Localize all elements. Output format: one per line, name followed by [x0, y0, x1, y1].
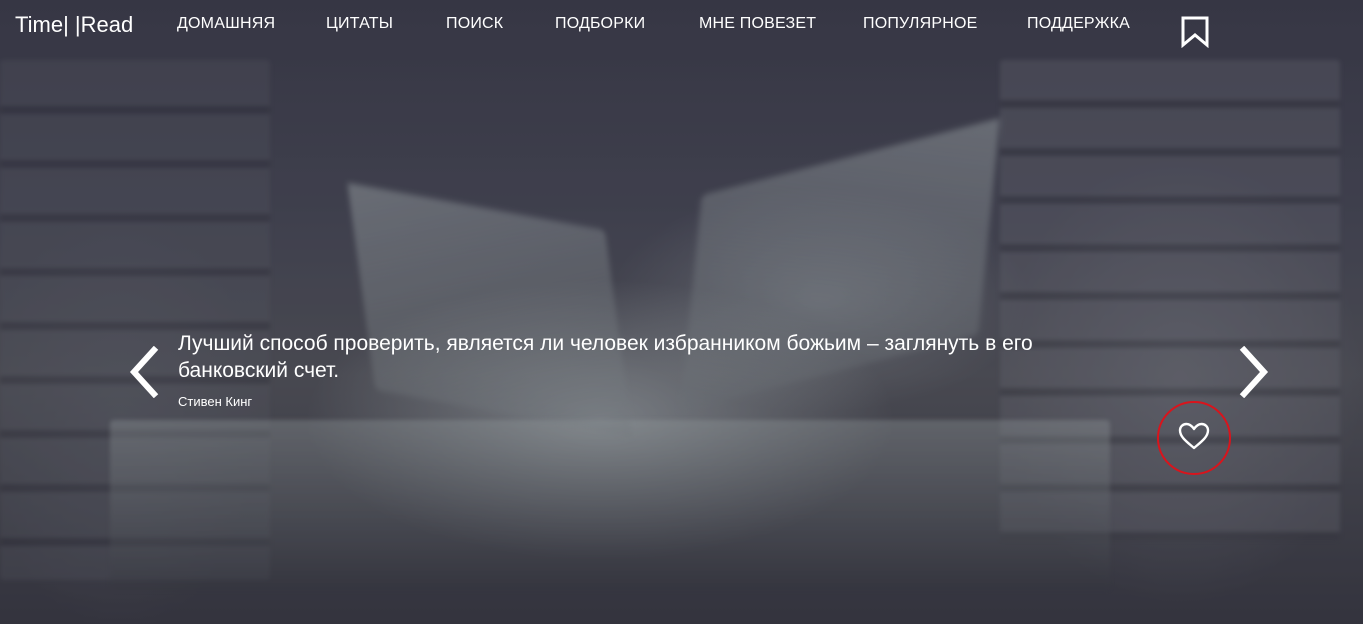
hero-background: Time| |Read ДОМАШНЯЯ ЦИТАТЫ ПОИСК ПОДБОР…: [0, 0, 1363, 624]
quote-text: Лучший способ проверить, является ли чел…: [178, 332, 1033, 382]
nav-item-support[interactable]: ПОДДЕРЖКА: [1027, 15, 1130, 33]
nav-item-search[interactable]: ПОИСК: [446, 15, 503, 33]
nav-item-popular[interactable]: ПОПУЛЯРНОЕ: [863, 15, 977, 33]
nav-item-collections[interactable]: ПОДБОРКИ: [555, 15, 645, 33]
chevron-left-icon[interactable]: [126, 345, 162, 399]
nav-item-quotes[interactable]: ЦИТАТЫ: [326, 15, 393, 33]
bookmark-icon[interactable]: [1180, 16, 1210, 49]
background-overlay: [0, 0, 1363, 624]
brand-logo[interactable]: Time| |Read: [15, 12, 133, 38]
nav-item-lucky[interactable]: МНЕ ПОВЕЗЕТ: [699, 15, 816, 33]
chevron-right-icon[interactable]: [1236, 345, 1272, 399]
heart-icon: [1177, 421, 1211, 455]
quote-author[interactable]: Стивен Кинг: [178, 394, 1138, 409]
quote-slide: Лучший способ проверить, является ли чел…: [178, 330, 1138, 409]
top-navbar: Time| |Read ДОМАШНЯЯ ЦИТАТЫ ПОИСК ПОДБОР…: [0, 0, 1363, 60]
like-button[interactable]: [1157, 401, 1231, 475]
nav-item-home[interactable]: ДОМАШНЯЯ: [177, 15, 275, 33]
